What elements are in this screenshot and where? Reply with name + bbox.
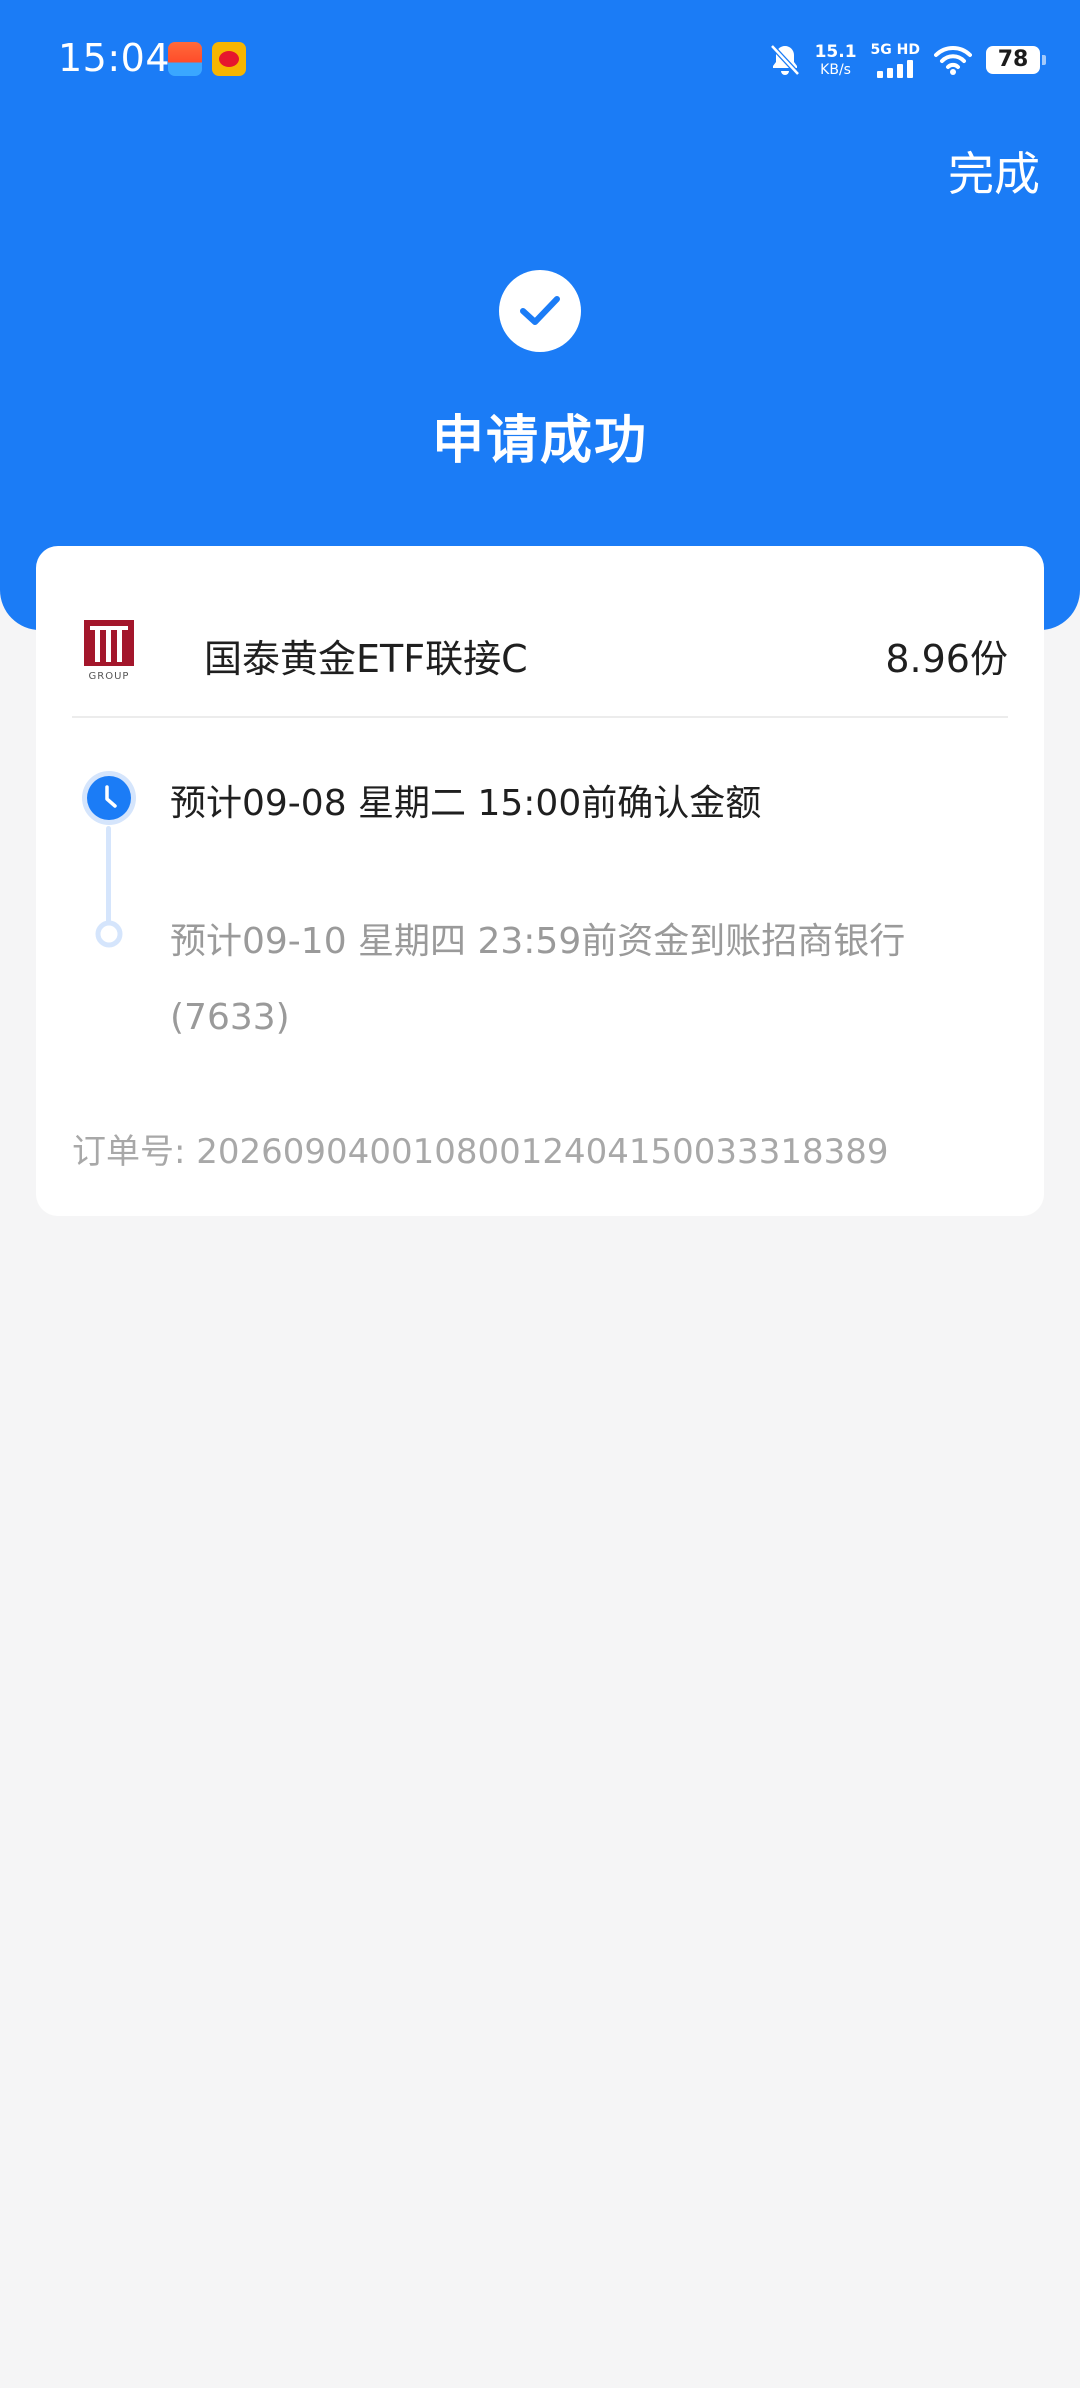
network-type-label: 5G HD [870, 41, 920, 58]
status-bar: 15:04 15.1 KB/s 5G HD 78 [0, 0, 1080, 120]
signal-bars-icon [877, 59, 914, 78]
success-title: 申请成功 [431, 411, 648, 471]
success-check-icon [499, 270, 581, 352]
status-time: 15:04 [58, 36, 171, 80]
fund-name: 国泰黄金ETF联接C [204, 637, 528, 681]
network-speed: 15.1 KB/s [814, 41, 857, 78]
bell-muted-icon [769, 44, 800, 76]
fund-company-logo: GROUP [84, 620, 134, 682]
clock-icon [82, 771, 136, 825]
wifi-icon [934, 45, 972, 75]
done-button[interactable]: 完成 [948, 138, 1040, 204]
order-result-card: GROUP 国泰黄金ETF联接C 8.96份 预计09-08 星期二 15:00… [36, 546, 1044, 1216]
network-speed-unit: KB/s [820, 61, 851, 78]
taobao-app-icon [168, 42, 202, 76]
cellular-signal: 5G HD [871, 43, 920, 78]
svg-text:GROUP: GROUP [89, 671, 130, 682]
timeline-step-arrival: 预计09-10 星期四 23:59前资金到账招商银行(7633) [170, 921, 906, 1038]
pending-step-dot-icon [95, 920, 123, 948]
weibo-app-icon [212, 42, 246, 76]
fund-shares: 8.96份 [885, 637, 1008, 681]
battery-indicator: 78 [986, 46, 1046, 74]
order-number: 订单号: 20260904001080012404150033318389 [72, 1132, 889, 1172]
timeline-step-confirm: 预计09-08 星期二 15:00前确认金额 [170, 783, 762, 824]
network-speed-value: 15.1 [814, 41, 857, 62]
fund-row[interactable]: GROUP 国泰黄金ETF联接C 8.96份 [72, 546, 1008, 718]
status-indicators: 15.1 KB/s 5G HD 78 [769, 38, 1046, 82]
